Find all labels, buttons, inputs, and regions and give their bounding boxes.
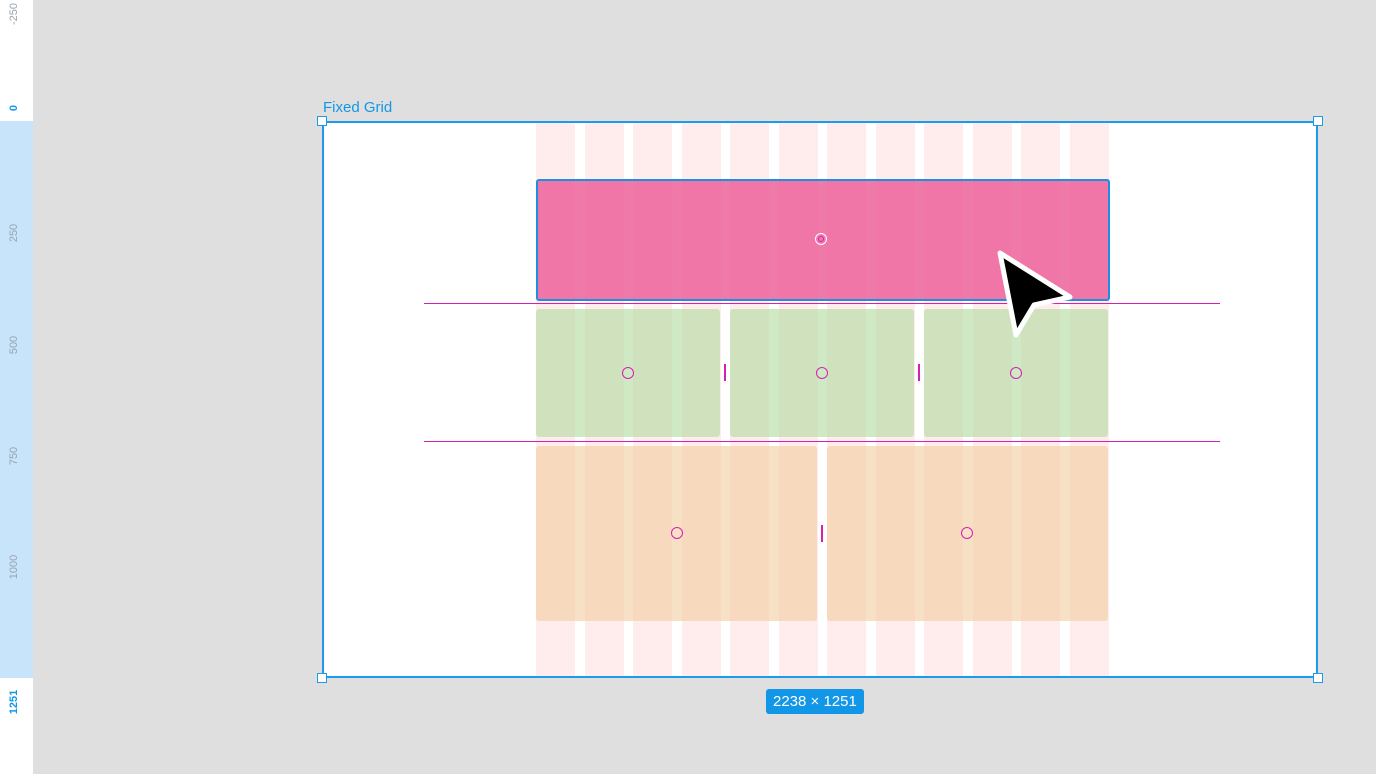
spacing-guide-line (424, 303, 1220, 304)
ruler-label-250: 250 (8, 223, 20, 243)
frame-title[interactable]: Fixed Grid (323, 99, 392, 116)
resize-handle-top-right[interactable] (1313, 116, 1323, 126)
center-point-icon (622, 367, 634, 379)
center-point-icon (961, 527, 973, 539)
center-point-icon (671, 527, 683, 539)
center-point-icon (816, 367, 828, 379)
arrow-cursor-icon (997, 250, 1073, 338)
spacing-guide-line (424, 441, 1220, 442)
ruler-label-0: 0 (8, 104, 20, 112)
ruler-selection-range (0, 121, 33, 678)
vertical-ruler: -250 0 250 500 750 1000 1251 (0, 0, 33, 774)
ruler-label-minus-250: -250 (8, 2, 20, 26)
ruler-label-500: 500 (8, 335, 20, 355)
gap-indicator (724, 364, 726, 381)
dimensions-badge: 2238 × 1251 (766, 689, 864, 714)
resize-handle-bottom-right[interactable] (1313, 673, 1323, 683)
ruler-label-1000: 1000 (8, 554, 20, 580)
center-point-icon (815, 233, 827, 245)
gap-indicator (821, 525, 823, 542)
frame-fixed-grid[interactable] (322, 121, 1318, 678)
resize-handle-bottom-left[interactable] (317, 673, 327, 683)
resize-handle-top-left[interactable] (317, 116, 327, 126)
ruler-label-750: 750 (8, 446, 20, 466)
ruler-label-1251: 1251 (8, 689, 20, 715)
center-point-icon (1010, 367, 1022, 379)
gap-indicator (918, 364, 920, 381)
